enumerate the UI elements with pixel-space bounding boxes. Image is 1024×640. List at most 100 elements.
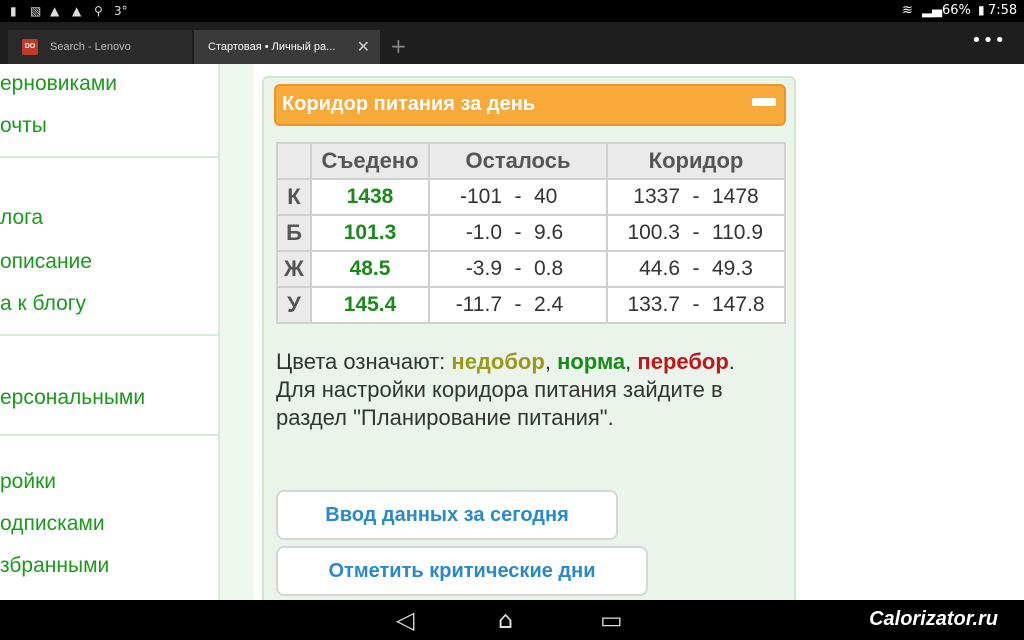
range-dash: - <box>692 257 700 280</box>
legend-comma: , <box>544 349 551 374</box>
table-header-row: Съедено Осталось Коридор <box>276 142 786 180</box>
browser-tab-bar: DO Search - Lenovo Стартовая • Личный ра… <box>0 22 1024 64</box>
tab-search-lenovo[interactable]: DO Search - Lenovo <box>8 30 192 64</box>
warning-icon: ▲ <box>72 4 82 18</box>
collapse-icon[interactable] <box>752 98 776 106</box>
corridor-range: 44.6-49.3 <box>606 250 786 288</box>
settings-hint: Для настройки коридора питания зайдите в… <box>276 377 723 430</box>
enter-today-data-button[interactable]: Ввод данных за сегодня <box>276 490 618 540</box>
eaten-value: 145.4 <box>310 286 430 324</box>
range-dash: - <box>514 257 522 280</box>
tab-title: Search - Lenovo <box>50 41 131 53</box>
corridor-min: 100.3 <box>627 221 680 244</box>
sidebar-link-to-blog[interactable]: а к блогу <box>0 292 86 316</box>
sidebar-link-drafts[interactable]: ерновиками <box>0 72 117 96</box>
range-dash: - <box>514 221 522 244</box>
eaten-value: 1438 <box>310 178 430 216</box>
table-header-empty <box>276 142 312 180</box>
table-header-eaten: Съедено <box>310 142 430 180</box>
remaining-max: 40 <box>534 185 558 208</box>
browser-menu-icon[interactable]: ••• <box>971 30 1006 51</box>
table-row: У 145.4 -11.7-2.4 133.7-147.8 <box>276 286 786 324</box>
corridor-range: 133.7-147.8 <box>606 286 786 324</box>
warning-icon: ▲ <box>50 4 60 18</box>
sidebar-link-subscriptions[interactable]: одписками <box>0 512 105 536</box>
remaining-max: 0.8 <box>534 257 564 280</box>
corridor-max: 110.9 <box>712 221 763 244</box>
remaining-range: -3.9-0.8 <box>428 250 608 288</box>
tab-start-page[interactable]: Стартовая • Личный ра... ✕ <box>194 30 380 64</box>
page-content: ерновиками очты лога описание а к блогу … <box>0 64 1024 600</box>
temperature-label: 3° <box>114 4 128 18</box>
tab-title: Стартовая • Личный ра... <box>208 41 336 53</box>
sidebar: ерновиками очты лога описание а к блогу … <box>0 64 220 600</box>
corridor-min: 44.6 <box>639 257 680 280</box>
eaten-value: 48.5 <box>310 250 430 288</box>
sidebar-link-favorites[interactable]: збранными <box>0 554 109 578</box>
remaining-range: -11.7-2.4 <box>428 286 608 324</box>
back-icon[interactable]: ◁ <box>396 606 414 634</box>
remaining-min: -11.7 <box>455 293 502 316</box>
sidebar-divider <box>0 334 220 336</box>
wifi-icon: ≋ <box>902 3 913 18</box>
battery-icon: ▮ <box>978 3 985 17</box>
legend-over: перебор <box>637 349 729 374</box>
row-label: У <box>276 286 312 324</box>
recents-icon[interactable]: ▭ <box>600 606 623 634</box>
nutrition-table: Съедено Осталось Коридор К 1438 -101-40 … <box>276 142 786 324</box>
remaining-min: -1.0 <box>465 221 502 244</box>
range-dash: - <box>692 185 700 208</box>
widget-header[interactable]: Коридор питания за день <box>274 84 786 126</box>
remaining-min: -101 <box>459 185 502 208</box>
corridor-range: 1337-1478 <box>606 178 786 216</box>
corridor-max: 1478 <box>712 185 759 208</box>
row-label: Б <box>276 214 312 252</box>
mark-critical-days-button[interactable]: Отметить критические дни <box>276 546 648 596</box>
eaten-value: 101.3 <box>310 214 430 252</box>
remaining-min: -3.9 <box>465 257 502 280</box>
legend-comma: , <box>625 349 632 374</box>
favicon-icon: DO <box>22 39 38 55</box>
sidebar-divider <box>0 156 220 158</box>
range-dash: - <box>692 221 700 244</box>
clock: 7:58 <box>988 3 1018 18</box>
table-header-corridor: Коридор <box>606 142 786 180</box>
watermark: Calorizator.ru <box>869 608 998 630</box>
legend-norm: норма <box>557 349 626 374</box>
sidebar-link-settings[interactable]: ройки <box>0 470 56 494</box>
battery-percent: 66% <box>942 3 971 18</box>
remaining-max: 2.4 <box>534 293 564 316</box>
legend-period: . <box>728 349 735 374</box>
sidebar-link-mail[interactable]: очты <box>0 114 47 138</box>
close-tab-icon[interactable]: ✕ <box>357 37 370 57</box>
sidebar-link-blog[interactable]: лога <box>0 206 43 230</box>
widget-title: Коридор питания за день <box>282 93 536 115</box>
row-label: Ж <box>276 250 312 288</box>
sidebar-link-personal[interactable]: ерсональными <box>0 386 145 410</box>
home-icon[interactable]: ⌂ <box>498 606 513 634</box>
image-icon: ▧ <box>30 4 42 18</box>
table-header-remaining: Осталось <box>428 142 608 180</box>
range-dash: - <box>514 185 522 208</box>
range-dash: - <box>692 293 700 316</box>
sidebar-divider <box>0 434 220 436</box>
table-row: К 1438 -101-40 1337-1478 <box>276 178 786 216</box>
sidebar-link-description[interactable]: описание <box>0 250 92 274</box>
new-tab-button[interactable]: + <box>390 30 410 64</box>
range-dash: - <box>514 293 522 316</box>
sim-icon: ▮ <box>10 4 17 18</box>
table-row: Ж 48.5 -3.9-0.8 44.6-49.3 <box>276 250 786 288</box>
search-icon: ⚲ <box>94 4 103 18</box>
corridor-max: 147.8 <box>712 293 765 316</box>
remaining-range: -101-40 <box>428 178 608 216</box>
row-label: К <box>276 178 312 216</box>
remaining-range: -1.0-9.6 <box>428 214 608 252</box>
table-row: Б 101.3 -1.0-9.6 100.3-110.9 <box>276 214 786 252</box>
legend-under: недобор <box>451 349 545 374</box>
legend-prefix: Цвета означают: <box>276 349 446 374</box>
color-legend: Цвета означают: недобор, норма, перебор.… <box>276 348 756 432</box>
nutrition-corridor-widget: Коридор питания за день Съедено Осталось… <box>262 76 796 600</box>
android-nav-bar: ◁ ⌂ ▭ Calorizator.ru <box>0 600 1024 640</box>
corridor-min: 133.7 <box>627 293 680 316</box>
corridor-min: 1337 <box>633 185 680 208</box>
